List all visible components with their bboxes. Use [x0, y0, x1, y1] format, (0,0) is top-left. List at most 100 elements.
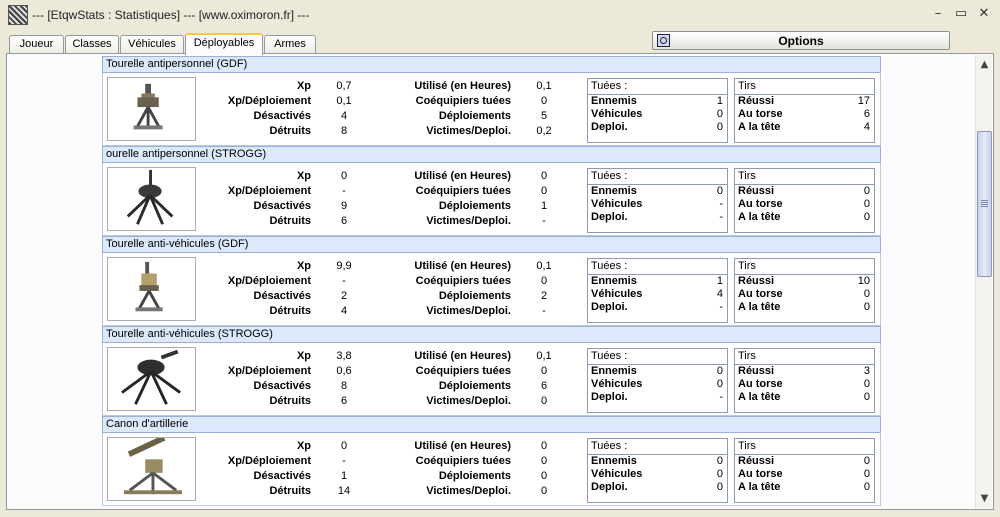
deployments-value: 5 — [540, 110, 548, 122]
disabled-value: 2 — [340, 290, 348, 302]
used-hours-value: 0,1 — [536, 260, 552, 272]
vehicles-value: 0 — [716, 378, 723, 390]
enemies-value: 1 — [716, 95, 723, 107]
xp-deploy-value: 0,1 — [336, 95, 352, 107]
disabled-value: 8 — [340, 380, 348, 392]
destroyed-value: 6 — [340, 395, 348, 407]
destroyed-label: Détruits — [269, 485, 311, 497]
deployable-name: Canon d'artillerie — [102, 416, 881, 433]
torso-label: Au torse — [738, 108, 783, 120]
deploy-value: 0 — [716, 121, 723, 133]
deployable-section: Tourelle anti-véhicules (STROGG) Xp 3,8 … — [102, 326, 881, 416]
destroyed-label: Détruits — [269, 395, 311, 407]
vehicles-label: Véhicules — [591, 288, 643, 300]
deployable-stats: Xp 3,8 Xp/Déploiement 0,6 Désactivés 8 D… — [102, 343, 881, 416]
vehicles-label: Véhicules — [591, 198, 643, 210]
artillery-cannon-image — [107, 435, 196, 501]
tab-joueur[interactable]: Joueur — [9, 35, 64, 54]
options-button[interactable]: Options — [652, 31, 950, 50]
close-button[interactable]: ✕ — [976, 6, 992, 22]
hits-value: 0 — [863, 455, 870, 467]
scroll-up-icon[interactable]: ▲ — [976, 57, 993, 72]
used-hours-value: 0,1 — [536, 80, 552, 92]
enemies-value: 1 — [716, 275, 723, 287]
team-kills-value: 0 — [540, 455, 548, 467]
xp-label: Xp — [296, 350, 311, 362]
enemies-value: 0 — [716, 455, 723, 467]
used-hours-label: Utilisé (en Heures) — [414, 350, 511, 362]
victims-deploy-value: - — [542, 215, 546, 227]
vehicles-value: 0 — [716, 468, 723, 480]
shots-title: Tirs — [735, 169, 874, 185]
victims-deploy-value: 0 — [540, 485, 548, 497]
shots-box: Tirs Réussi 3 Au torse 0 A la tête 0 — [734, 348, 875, 413]
enemies-label: Ennemis — [591, 95, 637, 107]
torso-label: Au torse — [738, 198, 783, 210]
team-kills-label: Coéquipiers tuées — [415, 365, 511, 377]
options-label: Options — [778, 34, 824, 48]
team-kills-label: Coéquipiers tuées — [415, 95, 511, 107]
deployments-value: 0 — [540, 470, 548, 482]
destroyed-value: 8 — [340, 125, 348, 137]
deployments-value: 6 — [540, 380, 548, 392]
tab-vehicules[interactable]: Véhicules — [120, 35, 184, 54]
hits-label: Réussi — [738, 455, 775, 467]
deployments-label: Déploiements — [438, 290, 511, 302]
kills-title: Tuées : — [588, 79, 727, 95]
kills-box: Tuées : Ennemis 0 Véhicules 0 Deploi. - — [587, 348, 728, 413]
vehicles-value: - — [719, 198, 723, 210]
disabled-label: Désactivés — [253, 200, 312, 212]
head-label: A la tête — [738, 301, 781, 313]
head-value: 0 — [863, 391, 870, 403]
destroyed-label: Détruits — [269, 305, 311, 317]
head-value: 0 — [863, 301, 870, 313]
vehicles-value: 0 — [716, 108, 723, 120]
head-label: A la tête — [738, 211, 781, 223]
kills-box: Tuées : Ennemis 1 Véhicules 4 Deploi. - — [587, 258, 728, 323]
deployable-stats: Xp 9,9 Xp/Déploiement - Désactivés 2 Dét… — [102, 253, 881, 326]
minimize-button[interactable]: – — [930, 6, 946, 22]
torso-label: Au torse — [738, 468, 783, 480]
deployable-section: ourelle antipersonnel (STROGG) Xp 0 Xp/D… — [102, 146, 881, 236]
team-kills-label: Coéquipiers tuées — [415, 275, 511, 287]
xp-deploy-label: Xp/Déploiement — [227, 185, 311, 197]
disabled-label: Désactivés — [253, 110, 312, 122]
scroll-down-icon[interactable]: ▼ — [976, 491, 993, 506]
scroll-thumb[interactable] — [977, 131, 992, 277]
window-title: --- [EtqwStats : Statistiques] --- [www.… — [32, 8, 310, 22]
used-hours-value: 0 — [540, 440, 548, 452]
deploy-label: Deploi. — [591, 301, 628, 313]
shots-title: Tirs — [735, 259, 874, 275]
team-kills-value: 0 — [540, 275, 548, 287]
vertical-scrollbar[interactable]: ▲ ▼ — [975, 55, 992, 508]
torso-value: 0 — [863, 378, 870, 390]
disabled-label: Désactivés — [253, 380, 312, 392]
torso-value: 0 — [863, 198, 870, 210]
tab-classes[interactable]: Classes — [65, 35, 119, 54]
disabled-value: 9 — [340, 200, 348, 212]
deploy-label: Deploi. — [591, 121, 628, 133]
tab-armes[interactable]: Armes — [264, 35, 316, 54]
destroyed-label: Détruits — [269, 125, 311, 137]
enemies-label: Ennemis — [591, 185, 637, 197]
kills-box: Tuées : Ennemis 1 Véhicules 0 Deploi. 0 — [587, 78, 728, 143]
shots-title: Tirs — [735, 439, 874, 455]
tab-deployables[interactable]: Déployables — [185, 33, 263, 55]
enemies-value: 0 — [716, 185, 723, 197]
xp-label: Xp — [296, 170, 311, 182]
victims-deploy-value: 0,2 — [536, 125, 552, 137]
disabled-value: 1 — [340, 470, 348, 482]
victims-deploy-label: Victimes/Deploi. — [426, 485, 511, 497]
destroyed-value: 14 — [337, 485, 351, 497]
hits-value: 3 — [863, 365, 870, 377]
deploy-value: - — [719, 301, 723, 313]
maximize-button[interactable]: ▭ — [953, 6, 969, 22]
disabled-label: Désactivés — [253, 290, 312, 302]
deployable-stats: Xp 0,7 Xp/Déploiement 0,1 Désactivés 4 D… — [102, 73, 881, 146]
victims-deploy-label: Victimes/Deploi. — [426, 395, 511, 407]
xp-deploy-label: Xp/Déploiement — [227, 455, 311, 467]
enemies-label: Ennemis — [591, 275, 637, 287]
gdf-antivehicle-turret-image — [107, 257, 196, 321]
deploy-value: - — [719, 391, 723, 403]
used-hours-label: Utilisé (en Heures) — [414, 80, 511, 92]
